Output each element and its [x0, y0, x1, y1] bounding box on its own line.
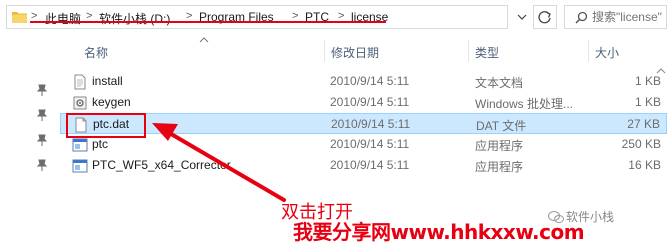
highlight-box — [66, 113, 146, 138]
search-field[interactable] — [564, 5, 667, 29]
app-icon — [72, 138, 88, 152]
column-divider[interactable] — [468, 40, 469, 62]
watermark-text: 我要分享网www.hhkxxw.com — [293, 220, 585, 244]
vertical-scrollbar[interactable] — [655, 64, 667, 251]
refresh-icon — [538, 11, 551, 24]
address-history-dropdown[interactable] — [512, 5, 532, 29]
file-date: 2010/9/14 5:11 — [331, 117, 411, 131]
pin-icon[interactable] — [36, 109, 48, 121]
batch-file-icon — [73, 96, 87, 110]
folder-icon — [12, 12, 27, 23]
column-divider[interactable] — [588, 40, 589, 62]
file-type: 应用程序 — [475, 160, 524, 174]
column-divider[interactable] — [324, 40, 325, 62]
file-name: ptc — [92, 137, 109, 151]
pin-icon[interactable] — [36, 159, 48, 171]
search-input[interactable] — [592, 9, 666, 25]
file-name: install — [92, 74, 123, 88]
file-date: 2010/9/14 5:11 — [330, 137, 410, 151]
chevron-down-icon — [517, 14, 527, 20]
column-header: 名称 修改日期 类型 大小 — [60, 34, 667, 64]
file-type: Windows 批处理... — [475, 97, 574, 111]
column-type[interactable]: 类型 — [475, 44, 499, 61]
file-type: 文本文档 — [475, 76, 524, 90]
refresh-button[interactable] — [533, 5, 557, 29]
address-toolbar: > 此电脑 > 软件小栈 (D:) > Program Files > PTC … — [0, 0, 667, 34]
column-date[interactable]: 修改日期 — [331, 44, 379, 61]
pin-icon[interactable] — [36, 84, 48, 96]
annotation-label: 双击打开 — [281, 202, 353, 223]
file-date: 2010/9/14 5:11 — [330, 95, 410, 109]
wechat-icon — [548, 211, 564, 223]
file-date: 2010/9/14 5:11 — [330, 74, 410, 88]
file-row[interactable]: ptc 2010/9/14 5:11 应用程序 250 KB — [60, 134, 667, 155]
file-row[interactable]: PTC_WF5_x64_Corrector 2010/9/14 5:11 应用程… — [60, 155, 667, 176]
column-size[interactable]: 大小 — [595, 44, 619, 61]
breadcrumb-this-pc[interactable]: 此电脑 — [45, 10, 81, 27]
search-icon — [575, 11, 588, 24]
file-row[interactable]: install 2010/9/14 5:11 文本文档 1 KB — [60, 71, 667, 92]
underline-highlight — [30, 21, 386, 23]
file-name: keygen — [92, 95, 131, 109]
address-bar[interactable]: > 此电脑 > 软件小栈 (D:) > Program Files > PTC … — [6, 5, 508, 29]
column-name[interactable]: 名称 — [84, 44, 108, 61]
navigation-pane — [0, 34, 60, 251]
file-row[interactable]: keygen 2010/9/14 5:11 Windows 批处理... 1 K… — [60, 92, 667, 113]
app-icon — [72, 159, 88, 173]
wechat-account-label: 软件小栈 — [566, 210, 615, 224]
pin-icon[interactable] — [36, 134, 48, 146]
file-type: 应用程序 — [475, 139, 524, 153]
file-date: 2010/9/14 5:11 — [330, 158, 410, 172]
sort-ascending-icon — [199, 37, 209, 43]
scroll-up-icon[interactable] — [655, 66, 667, 76]
text-file-icon — [74, 74, 86, 90]
file-name: PTC_WF5_x64_Corrector — [92, 158, 231, 172]
file-row-selected[interactable]: ptc.dat 2010/9/14 5:11 DAT 文件 27 KB — [60, 113, 667, 134]
breadcrumb-drive-d[interactable]: 软件小栈 (D:) — [99, 10, 170, 27]
file-type: DAT 文件 — [476, 119, 527, 133]
